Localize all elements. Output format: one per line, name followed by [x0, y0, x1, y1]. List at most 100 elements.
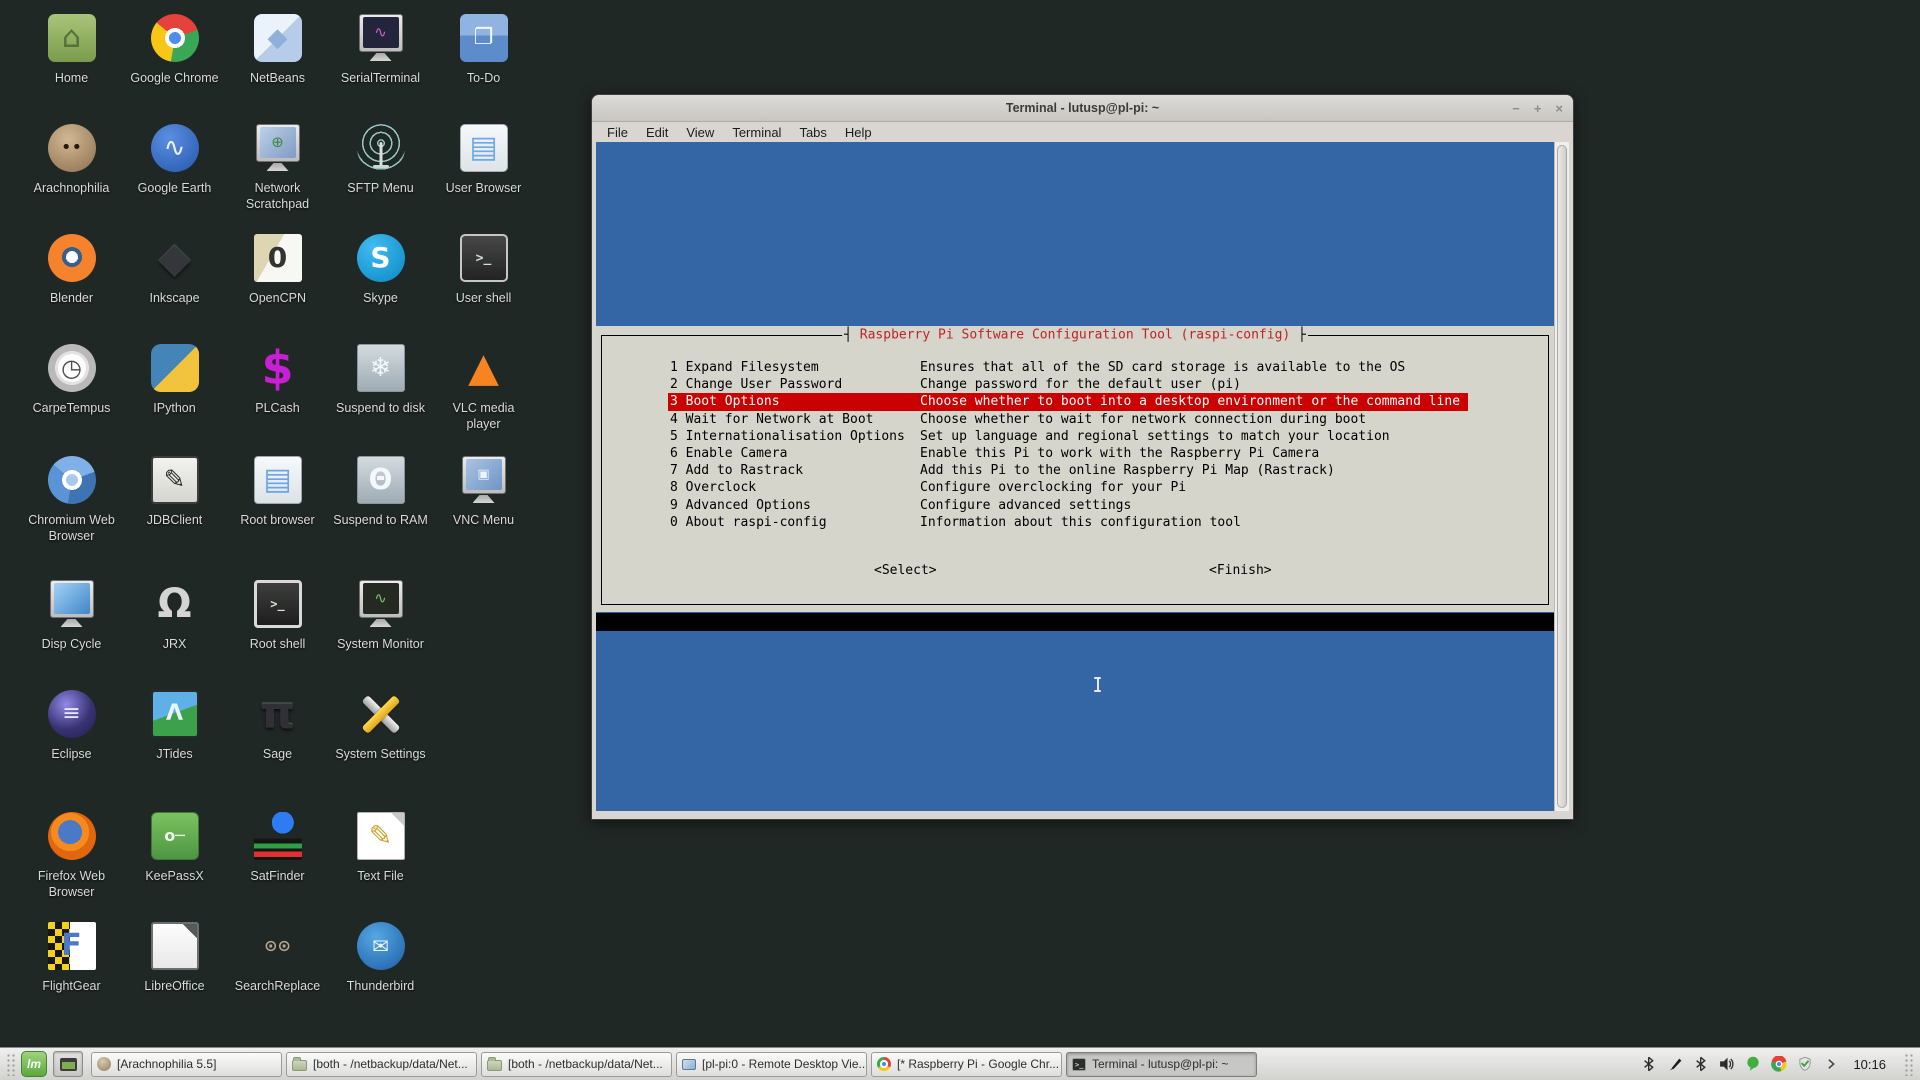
raspi-menu-item[interactable]: 2 Change User PasswordChange password fo…	[668, 376, 1468, 393]
terminal-menubar: FileEditViewTerminalTabsHelp	[592, 122, 1573, 142]
raspi-item-label: 6 Enable Camera	[670, 445, 920, 462]
desktop-icon-sage[interactable]: π Sage	[226, 684, 329, 806]
desktop-icon-network-scratchpad[interactable]: ⊕ Network Scratchpad	[226, 118, 329, 228]
taskbar-window-button[interactable]: [Arachnophilia 5.5]	[91, 1052, 282, 1077]
balloon-icon[interactable]	[1745, 1056, 1761, 1072]
scrollbar-thumb[interactable]	[1557, 145, 1567, 808]
menu-view[interactable]: View	[677, 125, 723, 140]
terminal-content[interactable]: Raspberry Pi Software Configuration Tool…	[596, 142, 1554, 811]
menu-file[interactable]: File	[598, 125, 637, 140]
desktop-icon-arachnophilia[interactable]: •• Arachnophilia	[20, 118, 123, 228]
desktop-icon-root-browser[interactable]: ▤ Root browser	[226, 450, 329, 574]
desktop-icon-label: Firefox Web Browser	[23, 868, 121, 900]
desktop-icon-jrx[interactable]: Ω JRX	[123, 574, 226, 684]
thunderbird-icon: ✉	[357, 922, 405, 970]
finish-button[interactable]: <Finish>	[1209, 563, 1272, 578]
desktop-icon-user-browser[interactable]: ▤ User Browser	[432, 118, 535, 228]
desktop-icon-jtides[interactable]: Λ JTides	[123, 684, 226, 806]
desktop-icon-glyph	[60, 1058, 77, 1071]
desktop-icon-user-shell[interactable]: >_ User shell	[432, 228, 535, 338]
desktop-icon-root-shell[interactable]: >_ Root shell	[226, 574, 329, 684]
eclipse-icon: ≡	[48, 690, 96, 738]
menu-help[interactable]: Help	[836, 125, 881, 140]
desktop-icon-inkscape[interactable]: ◆ Inkscape	[123, 228, 226, 338]
desktop-icon-searchreplace[interactable]: ⊙⊙ SearchReplace	[226, 916, 329, 1026]
desktop-icon-grid: ⌂ Home Google Chrome ◆ NetBeans ∿ Serial…	[20, 8, 535, 1026]
taskbar-window-button[interactable]: [both - /netbackup/data/Net...	[481, 1052, 672, 1077]
close-button[interactable]: ×	[1555, 101, 1563, 116]
raspi-menu-item[interactable]: 4 Wait for Network at BootChoose whether…	[668, 411, 1468, 428]
desktop-icon-carpetempus[interactable]: ◷ CarpeTempus	[20, 338, 123, 450]
desktop-icon-opencpn[interactable]: 0 OpenCPN	[226, 228, 329, 338]
desktop-icon-jdbclient[interactable]: ✎ JDBClient	[123, 450, 226, 574]
volume-icon[interactable]	[1719, 1056, 1735, 1072]
raspi-menu-item[interactable]: 6 Enable CameraEnable this Pi to work wi…	[668, 445, 1468, 462]
raspi-menu-item[interactable]: 5 Internationalisation OptionsSet up lan…	[668, 428, 1468, 445]
taskbar-window-button[interactable]: [both - /netbackup/data/Net...	[286, 1052, 477, 1077]
stylus-icon[interactable]	[1667, 1056, 1683, 1072]
desktop-icon-google-chrome[interactable]: Google Chrome	[123, 8, 226, 118]
raspi-menu-item[interactable]: 8 OverclockConfigure overclocking for yo…	[668, 479, 1468, 496]
panel-grip-handle-right[interactable]	[1903, 1052, 1913, 1076]
shield-icon[interactable]	[1797, 1056, 1813, 1072]
menu-terminal[interactable]: Terminal	[723, 125, 790, 140]
desktop-icon-skype[interactable]: S Skype	[329, 228, 432, 338]
desktop-icon-sftp-menu[interactable]: SFTP Menu	[329, 118, 432, 228]
desktop-icon-netbeans[interactable]: ◆ NetBeans	[226, 8, 329, 118]
desktop-icon-label: User Browser	[446, 180, 522, 196]
desktop-icon-system-settings[interactable]: System Settings	[329, 684, 432, 806]
raspi-menu-item[interactable]: 1 Expand FilesystemEnsures that all of t…	[668, 359, 1468, 376]
menu-edit[interactable]: Edit	[637, 125, 677, 140]
raspi-menu-item[interactable]: 0 About raspi-configInformation about th…	[668, 514, 1468, 531]
raspi-menu-item[interactable]: 9 Advanced OptionsConfigure advanced set…	[668, 497, 1468, 514]
desktop-icon-vlc-media-player[interactable]: ▲ VLC media player	[432, 338, 535, 450]
desktop-icon-suspend-to-disk[interactable]: ❄ Suspend to disk	[329, 338, 432, 450]
desktop-icon-firefox-web-browser[interactable]: Firefox Web Browser	[20, 806, 123, 916]
taskbar: lm [Arachnophilia 5.5] [both - /netbacku…	[0, 1047, 1920, 1080]
chrome-icon[interactable]	[1771, 1056, 1787, 1072]
window-controls: − + ×	[1512, 95, 1563, 121]
desktop-icon-serialterminal[interactable]: ∿ SerialTerminal	[329, 8, 432, 118]
desktop-icon-disp-cycle[interactable]: Disp Cycle	[20, 574, 123, 684]
desktop-icon-ipython[interactable]: IPython	[123, 338, 226, 450]
bluetooth-icon[interactable]	[1641, 1056, 1657, 1072]
desktop-icon-satfinder[interactable]: SatFinder	[226, 806, 329, 916]
chevron-icon[interactable]	[1823, 1056, 1839, 1072]
bluetooth-icon[interactable]	[1693, 1056, 1709, 1072]
minimize-button[interactable]: −	[1512, 101, 1520, 116]
raspi-menu-item[interactable]: 3 Boot OptionsChoose whether to boot int…	[668, 393, 1468, 410]
show-desktop-button[interactable]	[53, 1051, 83, 1077]
desktop-icon-suspend-to-ram[interactable]: Θ Suspend to RAM	[329, 450, 432, 574]
taskbar-window-button[interactable]: [* Raspberry Pi - Google Chr...	[871, 1052, 1062, 1077]
desktop-icon-home[interactable]: ⌂ Home	[20, 8, 123, 118]
desktop-icon-blender[interactable]: Blender	[20, 228, 123, 338]
window-titlebar[interactable]: Terminal - lutusp@pl-pi: ~ − + ×	[592, 95, 1573, 122]
taskbar-window-button[interactable]: Terminal - lutusp@pl-pi: ~	[1066, 1052, 1257, 1077]
desktop-icon-label: Thunderbird	[347, 978, 414, 994]
desktop-icon-chromium-web-browser[interactable]: Chromium Web Browser	[20, 450, 123, 574]
raspi-menu-item[interactable]: 7 Add to RastrackAdd this Pi to the onli…	[668, 462, 1468, 479]
desktop-icon-text-file[interactable]: ✎ Text File	[329, 806, 432, 916]
desktop-icon-system-monitor[interactable]: ∿ System Monitor	[329, 574, 432, 684]
inkscape-icon: ◆	[151, 234, 199, 282]
terminal-scrollbar[interactable]	[1554, 142, 1569, 811]
desktop-icon-label: NetBeans	[250, 70, 305, 86]
desktop-icon-thunderbird[interactable]: ✉ Thunderbird	[329, 916, 432, 1026]
desktop-icon-libreoffice[interactable]: LibreOffice	[123, 916, 226, 1026]
desktop-icon-vnc-menu[interactable]: ▣ VNC Menu	[432, 450, 535, 574]
desktop-icon-google-earth[interactable]: ∿ Google Earth	[123, 118, 226, 228]
desktop-icon-to-do[interactable]: ❐ To-Do	[432, 8, 535, 118]
desktop-icon-keepassx[interactable]: o─ KeePassX	[123, 806, 226, 916]
maximize-button[interactable]: +	[1534, 101, 1542, 116]
text-cursor-pointer	[1093, 677, 1102, 692]
taskbar-window-button[interactable]: [pl-pi:0 - Remote Desktop Vie...	[676, 1052, 867, 1077]
desktop-icon-label: Eclipse	[51, 746, 91, 762]
desktop-icon-plcash[interactable]: $ PLCash	[226, 338, 329, 450]
mint-menu-button[interactable]: lm	[21, 1051, 47, 1077]
desktop-icon-eclipse[interactable]: ≡ Eclipse	[20, 684, 123, 806]
desktop-icon-label: SatFinder	[250, 868, 304, 884]
select-button[interactable]: <Select>	[874, 563, 937, 578]
menu-tabs[interactable]: Tabs	[790, 125, 835, 140]
panel-grip-handle[interactable]	[5, 1052, 15, 1076]
desktop-icon-flightgear[interactable]: F FlightGear	[20, 916, 123, 1026]
